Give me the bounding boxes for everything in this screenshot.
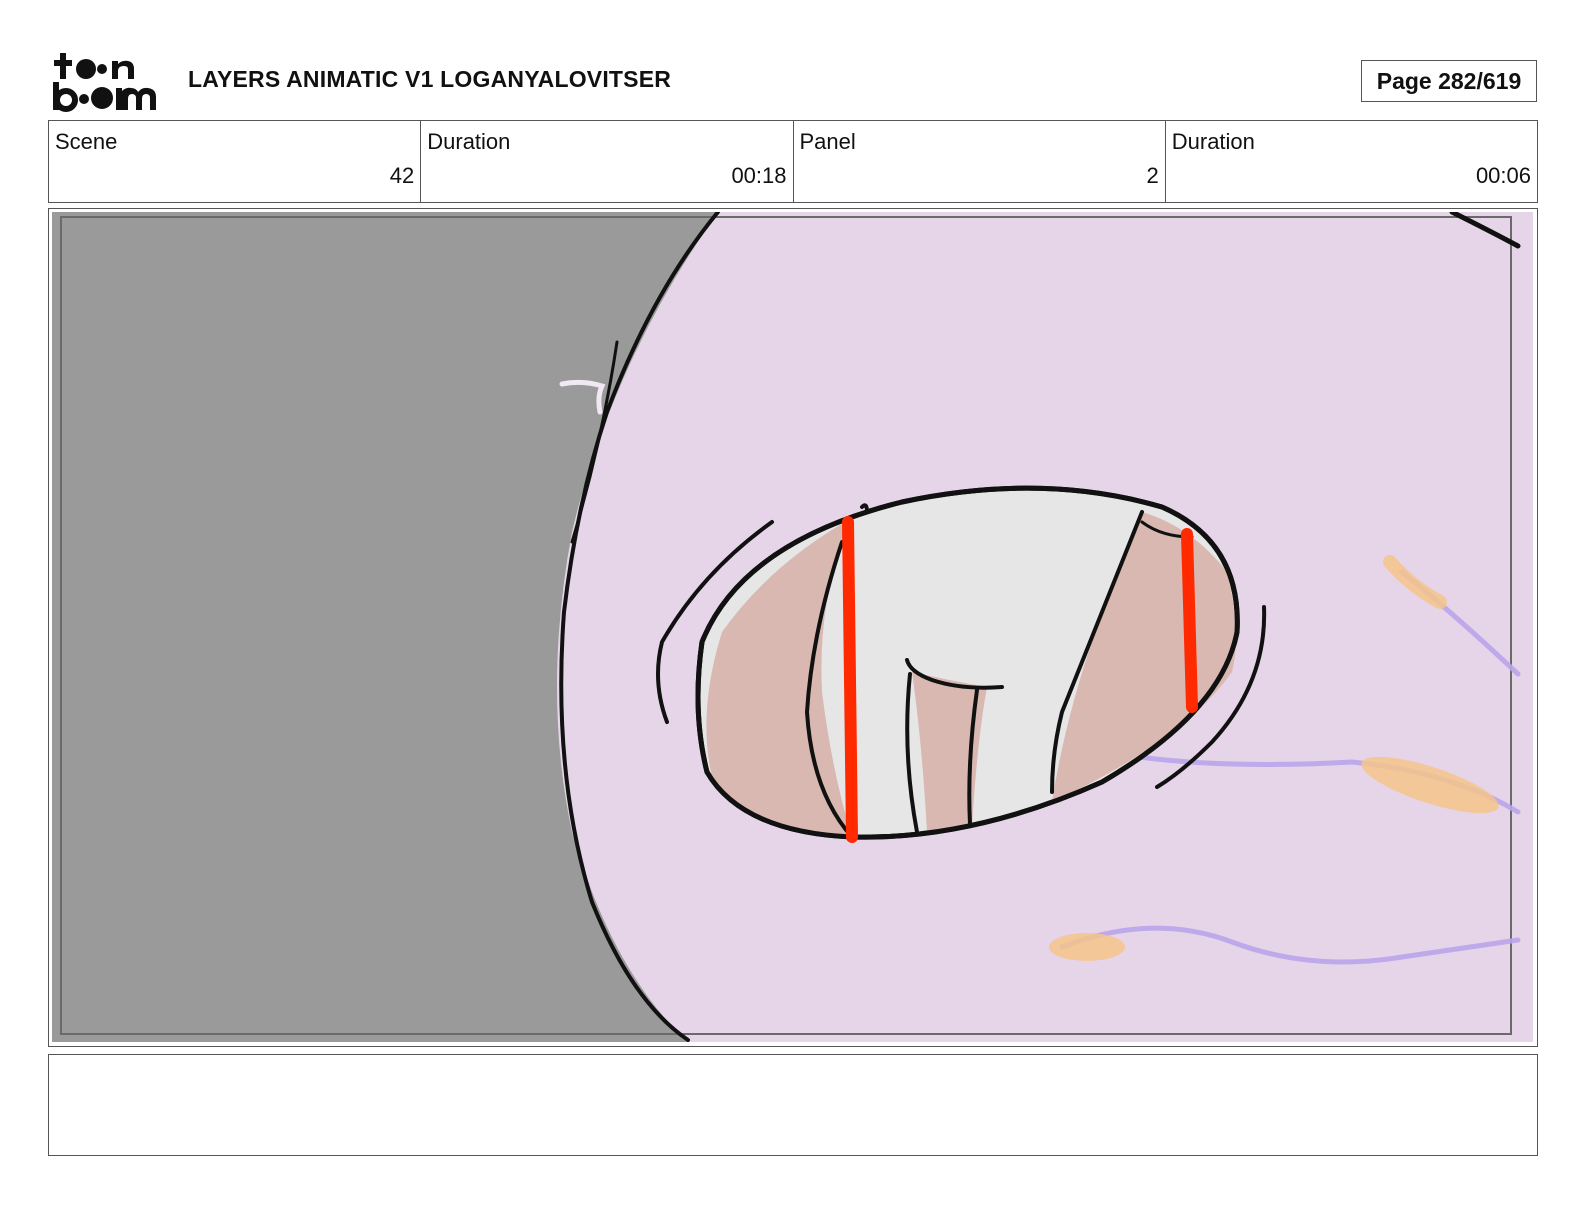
panel-duration-cell: Duration 00:06 <box>1166 121 1537 202</box>
panel-duration-label: Duration <box>1171 129 1255 154</box>
scene-label: Scene <box>55 129 118 154</box>
panel-duration-value: 00:06 <box>1475 163 1531 188</box>
panel-notes-box <box>48 1054 1538 1156</box>
page-indicator: Page 282/619 <box>1361 60 1537 102</box>
storyboard-drawing <box>52 212 1533 1042</box>
document-title: LAYERS ANIMATIC V1 LOGANYALOVITSER <box>188 66 672 92</box>
scene-duration-label: Duration <box>427 129 511 154</box>
scene-duration-cell: Duration 00:18 <box>421 121 794 202</box>
panel-cell: Panel 2 <box>794 121 1166 202</box>
toon-boom-logo <box>50 50 165 112</box>
panel-info-table: Scene 42 Duration 00:18 Panel 2 Duration… <box>48 120 1538 203</box>
storyboard-panel-frame <box>48 208 1538 1047</box>
scene-cell: Scene 42 <box>49 121 422 202</box>
panel-value: 2 <box>1146 163 1159 188</box>
scene-duration-value: 00:18 <box>731 163 787 188</box>
panel-label: Panel <box>799 129 856 154</box>
scene-value: 42 <box>389 163 415 188</box>
